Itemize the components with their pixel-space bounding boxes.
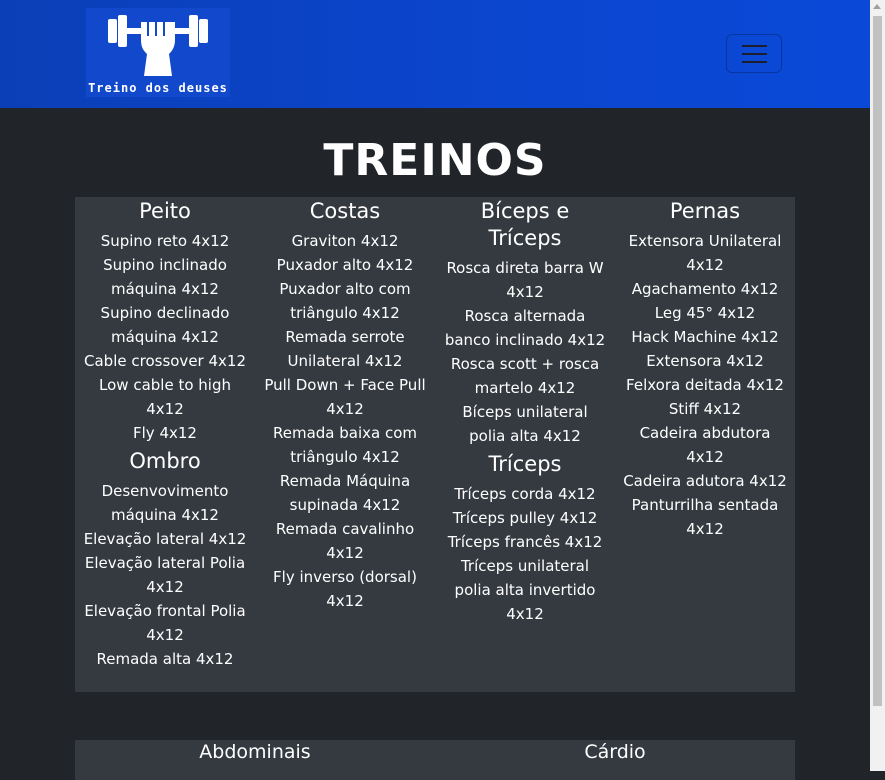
exercise-list: Graviton 4x12 Puxador alto 4x12 Puxador … (255, 229, 435, 613)
list-item: Cadeira adutora 4x12 (623, 472, 787, 490)
list-item: Supino inclinado máquina 4x12 (103, 256, 227, 298)
hamburger-icon (742, 45, 767, 47)
column-costas: Costas Graviton 4x12 Puxador alto 4x12 P… (255, 197, 435, 613)
group-title: Tríceps (488, 452, 562, 476)
list-item: Puxador alto 4x12 (276, 256, 414, 274)
exercise-list: Desenvovimento máquina 4x12 Elevação lat… (75, 479, 255, 671)
list-item: Elevação frontal Polia 4x12 (84, 602, 246, 644)
list-item: Remada baixa com triângulo 4x12 (272, 424, 418, 466)
navbar-toggler-button[interactable] (726, 34, 782, 73)
list-item: Agachamento 4x12 (631, 280, 779, 298)
column-pernas: Pernas Extensora Unilateral 4x12 Agacham… (615, 197, 795, 541)
list-item: Fly 4x12 (133, 424, 197, 442)
page-title: TREINOS (323, 135, 547, 186)
list-item: Cadeira abdutora 4x12 (639, 424, 771, 466)
list-item: Tríceps corda 4x12 (454, 485, 596, 503)
list-item: Tríceps francês 4x12 (447, 533, 603, 551)
group-title: Ombro (129, 449, 201, 473)
group-title: Peito (139, 199, 191, 223)
list-item: Remada serrote Unilateral 4x12 (285, 328, 405, 370)
list-item: Supino declinado máquina 4x12 (100, 304, 230, 346)
dumbbell-fist-icon (108, 15, 208, 76)
abdominais-title: Abdominais (199, 741, 311, 763)
list-item: Panturrilha sentada 4x12 (631, 496, 779, 538)
scroll-up-icon[interactable] (873, 4, 881, 9)
hamburger-icon (742, 61, 767, 63)
column-biceps-triceps: Bíceps e Tríceps Rosca direta barra W 4x… (435, 197, 615, 626)
list-item: Puxador alto com triângulo 4x12 (279, 280, 411, 322)
cardio-title: Cárdio (584, 741, 646, 763)
exercise-list: Tríceps corda 4x12 Tríceps pulley 4x12 T… (435, 482, 615, 626)
list-item: Supino reto 4x12 (100, 232, 230, 250)
list-item: Cable crossover 4x12 (84, 352, 246, 370)
list-item: Elevação lateral Polia 4x12 (84, 554, 246, 596)
list-item: Elevação lateral 4x12 (83, 530, 247, 548)
group-title: Pernas (669, 199, 741, 223)
exercise-list: Extensora Unilateral 4x12 Agachamento 4x… (615, 229, 795, 541)
brand-name: Treino dos deuses (88, 81, 228, 95)
exercise-list: Supino reto 4x12 Supino inclinado máquin… (75, 229, 255, 445)
list-item: Remada cavalinho 4x12 (275, 520, 415, 562)
list-item: Desenvovimento máquina 4x12 (101, 482, 229, 524)
group-title: Costas (309, 199, 381, 223)
scrollbar[interactable] (870, 0, 885, 771)
list-item: Leg 45° 4x12 (654, 304, 756, 322)
group-title: Bíceps e Tríceps (480, 199, 570, 250)
list-item: Remada Máquina supinada 4x12 (279, 472, 411, 514)
list-item: Stiff 4x12 (668, 400, 742, 418)
list-item: Graviton 4x12 (291, 232, 399, 250)
list-item: Rosca direta barra W 4x12 (446, 259, 604, 301)
list-item: Extensora Unilateral 4x12 (628, 232, 782, 274)
workouts-panel: Peito Supino reto 4x12 Supino inclinado … (75, 197, 795, 692)
list-item: Rosca scott + rosca martelo 4x12 (450, 355, 600, 397)
list-item: Fly inverso (dorsal) 4x12 (273, 568, 417, 610)
list-item: Tríceps pulley 4x12 (452, 509, 598, 527)
list-item: Pull Down + Face Pull 4x12 (264, 376, 426, 418)
list-item: Tríceps unilateral polia alta invertido … (454, 557, 596, 623)
hamburger-icon (742, 53, 767, 55)
list-item: Remada alta 4x12 (96, 650, 234, 668)
list-item: Bíceps unilateral polia alta 4x12 (462, 403, 588, 445)
column-peito-ombro: Peito Supino reto 4x12 Supino inclinado … (75, 197, 255, 671)
secondary-panel: Abdominais Cárdio (75, 740, 795, 780)
list-item: Extensora 4x12 (646, 352, 764, 370)
navbar: Treino dos deuses (0, 0, 870, 108)
list-item: Felxora deitada 4x12 (626, 376, 784, 394)
exercise-list: Rosca direta barra W 4x12 Rosca alternad… (435, 256, 615, 448)
list-item: Hack Machine 4x12 (631, 328, 779, 346)
scrollbar-thumb[interactable] (873, 16, 882, 706)
brand-logo[interactable]: Treino dos deuses (86, 8, 230, 97)
list-item: Rosca alternada banco inclinado 4x12 (444, 307, 606, 349)
list-item: Low cable to high 4x12 (99, 376, 231, 418)
